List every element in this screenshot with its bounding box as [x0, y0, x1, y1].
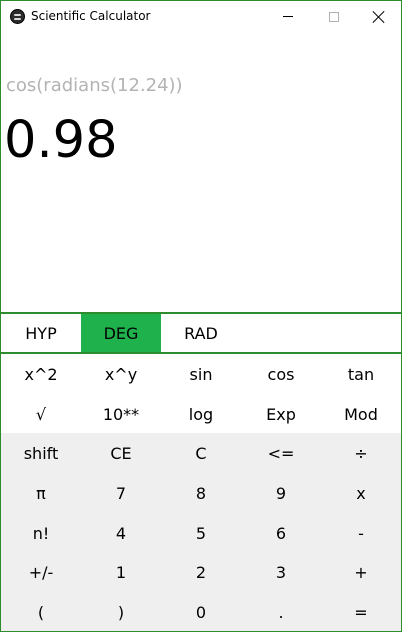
digit-9-key[interactable]: 9: [241, 473, 321, 513]
negate-key[interactable]: +/-: [1, 552, 81, 592]
clear-entry-key[interactable]: CE: [81, 433, 161, 473]
calculator-window: Scientific Calculator cos(radians(12.24)…: [0, 0, 402, 632]
digit-8-key[interactable]: 8: [161, 473, 241, 513]
digit-7-key[interactable]: 7: [81, 473, 161, 513]
digit-5-key[interactable]: 5: [161, 513, 241, 553]
cos-key[interactable]: cos: [241, 354, 321, 394]
maximize-button[interactable]: [311, 1, 357, 32]
clear-key[interactable]: C: [161, 433, 241, 473]
square-key[interactable]: x^2: [1, 354, 81, 394]
angle-mode-bar: HYP DEG RAD: [1, 312, 401, 354]
mode-rad-button[interactable]: RAD: [161, 314, 241, 352]
digit-3-key[interactable]: 3: [241, 552, 321, 592]
log-key[interactable]: log: [161, 394, 241, 434]
expression-display: cos(radians(12.24)): [6, 75, 183, 96]
add-key[interactable]: +: [321, 552, 401, 592]
shift-key[interactable]: shift: [1, 433, 81, 473]
pi-key[interactable]: π: [1, 473, 81, 513]
minimize-icon: [283, 16, 293, 17]
maximize-icon: [329, 11, 339, 22]
keypad: x^2 x^y sin cos tan √ 10** log Exp Mod shift CE C <= ÷…: [1, 354, 401, 631]
calculator-app-icon: [10, 9, 25, 24]
close-button[interactable]: [356, 1, 402, 32]
digit-2-key[interactable]: 2: [161, 552, 241, 592]
multiply-key[interactable]: x: [321, 473, 401, 513]
close-paren-key[interactable]: ): [81, 592, 161, 632]
open-paren-key[interactable]: (: [1, 592, 81, 632]
digit-4-key[interactable]: 4: [81, 513, 161, 553]
divide-key[interactable]: ÷: [321, 433, 401, 473]
subtract-key[interactable]: -: [321, 513, 401, 553]
backspace-key[interactable]: <=: [241, 433, 321, 473]
factorial-key[interactable]: n!: [1, 513, 81, 553]
decimal-key[interactable]: .: [241, 592, 321, 632]
tan-key[interactable]: tan: [321, 354, 401, 394]
ten-power-key[interactable]: 10**: [81, 394, 161, 434]
mode-hyp-button[interactable]: HYP: [1, 314, 81, 352]
digit-6-key[interactable]: 6: [241, 513, 321, 553]
minimize-button[interactable]: [265, 1, 311, 32]
mod-key[interactable]: Mod: [321, 394, 401, 434]
title-bar[interactable]: Scientific Calculator: [1, 1, 401, 32]
close-icon: [373, 11, 385, 23]
sin-key[interactable]: sin: [161, 354, 241, 394]
sqrt-key[interactable]: √: [1, 394, 81, 434]
exp-key[interactable]: Exp: [241, 394, 321, 434]
window-title: Scientific Calculator: [31, 9, 151, 23]
digit-0-key[interactable]: 0: [161, 592, 241, 632]
digit-1-key[interactable]: 1: [81, 552, 161, 592]
mode-deg-button[interactable]: DEG: [81, 314, 161, 352]
equals-key[interactable]: =: [321, 592, 401, 632]
power-key[interactable]: x^y: [81, 354, 161, 394]
result-display: 0.98: [4, 111, 118, 170]
